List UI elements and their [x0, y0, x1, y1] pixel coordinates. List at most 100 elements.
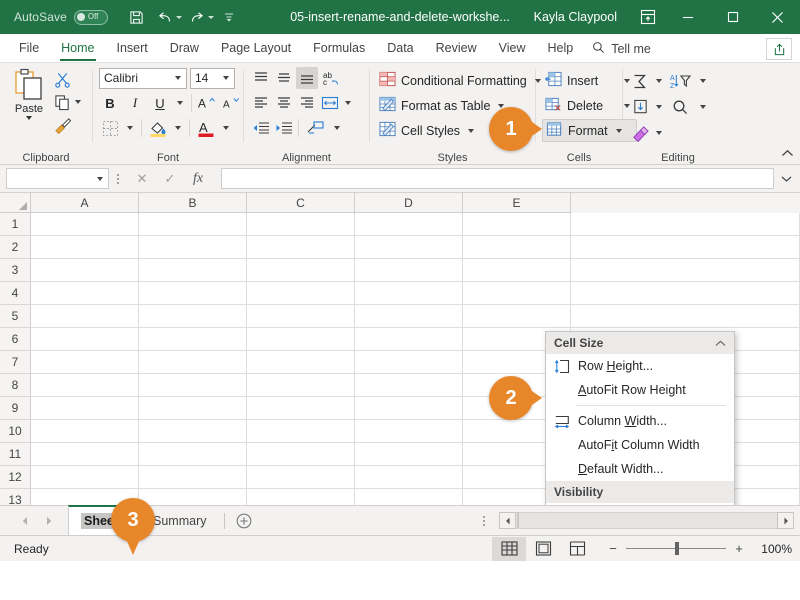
collapse-ribbon-icon[interactable] — [781, 147, 794, 161]
grid-cell[interactable] — [355, 466, 463, 489]
grid-cell[interactable] — [355, 213, 463, 236]
formula-input[interactable] — [221, 168, 774, 189]
tab-home[interactable]: Home — [50, 35, 105, 62]
grid-cell[interactable] — [355, 489, 463, 505]
grid-cell[interactable] — [571, 236, 800, 259]
cancel-formula-icon[interactable]: ✕ — [128, 168, 156, 189]
grid-cell[interactable] — [355, 420, 463, 443]
grid-cell[interactable] — [355, 374, 463, 397]
clear-icon[interactable] — [629, 122, 651, 144]
grid-cell[interactable] — [139, 351, 247, 374]
format-painter-button[interactable] — [52, 114, 84, 136]
hide-and-unhide-menu-item[interactable]: Hide & Unhide — [546, 503, 734, 505]
zoom-in-button[interactable]: + — [732, 541, 746, 556]
grid-cell[interactable] — [247, 305, 355, 328]
tab-view[interactable]: View — [488, 35, 537, 62]
tab-data[interactable]: Data — [376, 35, 424, 62]
undo-icon[interactable] — [152, 4, 178, 30]
grid-cell[interactable] — [355, 259, 463, 282]
page-break-preview-icon[interactable] — [560, 537, 594, 561]
align-right-button[interactable] — [296, 92, 318, 114]
grid-cell[interactable] — [139, 466, 247, 489]
grid-cell[interactable] — [463, 213, 571, 236]
fill-dropdown-icon[interactable] — [656, 105, 662, 109]
select-all-button[interactable] — [0, 193, 31, 213]
grid-cell[interactable] — [355, 236, 463, 259]
column-header-e[interactable]: E — [463, 193, 571, 213]
copy-button[interactable] — [52, 91, 84, 113]
grid-cell[interactable] — [247, 213, 355, 236]
undo-control[interactable] — [152, 4, 182, 30]
fill-color-icon[interactable] — [147, 117, 169, 139]
copy-dropdown-icon[interactable] — [75, 100, 81, 104]
top-align-button[interactable] — [250, 67, 272, 89]
format-dropdown-icon[interactable] — [615, 128, 622, 133]
grid-cell[interactable] — [571, 305, 800, 328]
sort-and-filter-dropdown-icon[interactable] — [700, 79, 706, 83]
grid-cell[interactable] — [31, 213, 139, 236]
share-button[interactable] — [766, 38, 792, 60]
tab-formulas[interactable]: Formulas — [302, 35, 376, 62]
zoom-slider-thumb[interactable] — [675, 542, 679, 555]
find-and-select-icon[interactable] — [667, 96, 695, 118]
save-icon[interactable] — [124, 4, 150, 30]
formula-bar-handle[interactable] — [113, 173, 123, 184]
redo-dropdown-icon[interactable] — [207, 15, 214, 19]
grid-cell[interactable] — [139, 374, 247, 397]
grid-cell[interactable] — [247, 374, 355, 397]
row-header[interactable]: 8 — [0, 374, 31, 397]
underline-dropdown-icon[interactable] — [177, 101, 183, 105]
tab-split-handle[interactable] — [479, 515, 489, 526]
cut-button[interactable] — [52, 68, 84, 90]
next-sheet-icon[interactable] — [38, 510, 60, 532]
paste-dropdown-icon[interactable] — [26, 116, 32, 120]
minimize-button[interactable] — [665, 0, 710, 34]
tab-insert[interactable]: Insert — [106, 35, 159, 62]
row-header[interactable]: 2 — [0, 236, 31, 259]
zoom-out-button[interactable]: − — [606, 541, 620, 556]
insert-function-icon[interactable]: fx — [184, 168, 212, 189]
font-size-dropdown-icon[interactable] — [223, 76, 229, 80]
row-header[interactable]: 4 — [0, 282, 31, 305]
zoom-slider[interactable] — [626, 542, 726, 555]
normal-view-icon[interactable] — [492, 536, 526, 561]
grid-cell[interactable] — [139, 236, 247, 259]
fill-color-dropdown-icon[interactable] — [175, 126, 181, 130]
decrease-font-size-button[interactable]: A — [222, 92, 244, 114]
grid-cell[interactable] — [31, 443, 139, 466]
underline-button[interactable]: U — [149, 92, 171, 114]
row-header[interactable]: 10 — [0, 420, 31, 443]
increase-font-size-button[interactable]: A — [197, 92, 219, 114]
column-header-d[interactable]: D — [355, 193, 463, 213]
autosum-icon[interactable] — [629, 70, 651, 92]
font-color-icon[interactable]: A — [195, 117, 217, 139]
decrease-indent-button[interactable] — [250, 117, 272, 139]
default-width-menu-item[interactable]: Default Width... — [546, 457, 734, 481]
column-width-menu-item[interactable]: Column Width... — [546, 409, 734, 433]
grid-cell[interactable] — [139, 259, 247, 282]
grid-cell[interactable] — [31, 259, 139, 282]
column-header-b[interactable]: B — [139, 193, 247, 213]
grid-cell[interactable] — [355, 351, 463, 374]
grid-cell[interactable] — [247, 466, 355, 489]
tab-review[interactable]: Review — [425, 35, 488, 62]
tab-draw[interactable]: Draw — [159, 35, 210, 62]
bottom-align-button[interactable] — [296, 67, 318, 89]
row-header[interactable]: 6 — [0, 328, 31, 351]
grid-cell[interactable] — [247, 236, 355, 259]
grid-cell[interactable] — [571, 259, 800, 282]
find-and-select-dropdown-icon[interactable] — [700, 105, 706, 109]
grid-cell[interactable] — [139, 213, 247, 236]
grid-cell[interactable] — [247, 443, 355, 466]
grid-cell[interactable] — [247, 259, 355, 282]
grid-cell[interactable] — [31, 236, 139, 259]
grid-cell[interactable] — [31, 374, 139, 397]
grid-cell[interactable] — [139, 420, 247, 443]
tab-page-layout[interactable]: Page Layout — [210, 35, 302, 62]
grid-cell[interactable] — [31, 351, 139, 374]
tell-me-search[interactable]: Tell me — [584, 35, 659, 62]
increase-indent-button[interactable] — [273, 117, 295, 139]
grid-cell[interactable] — [247, 397, 355, 420]
fill-icon[interactable] — [629, 96, 651, 118]
font-size-combo[interactable]: 14 — [190, 67, 235, 89]
